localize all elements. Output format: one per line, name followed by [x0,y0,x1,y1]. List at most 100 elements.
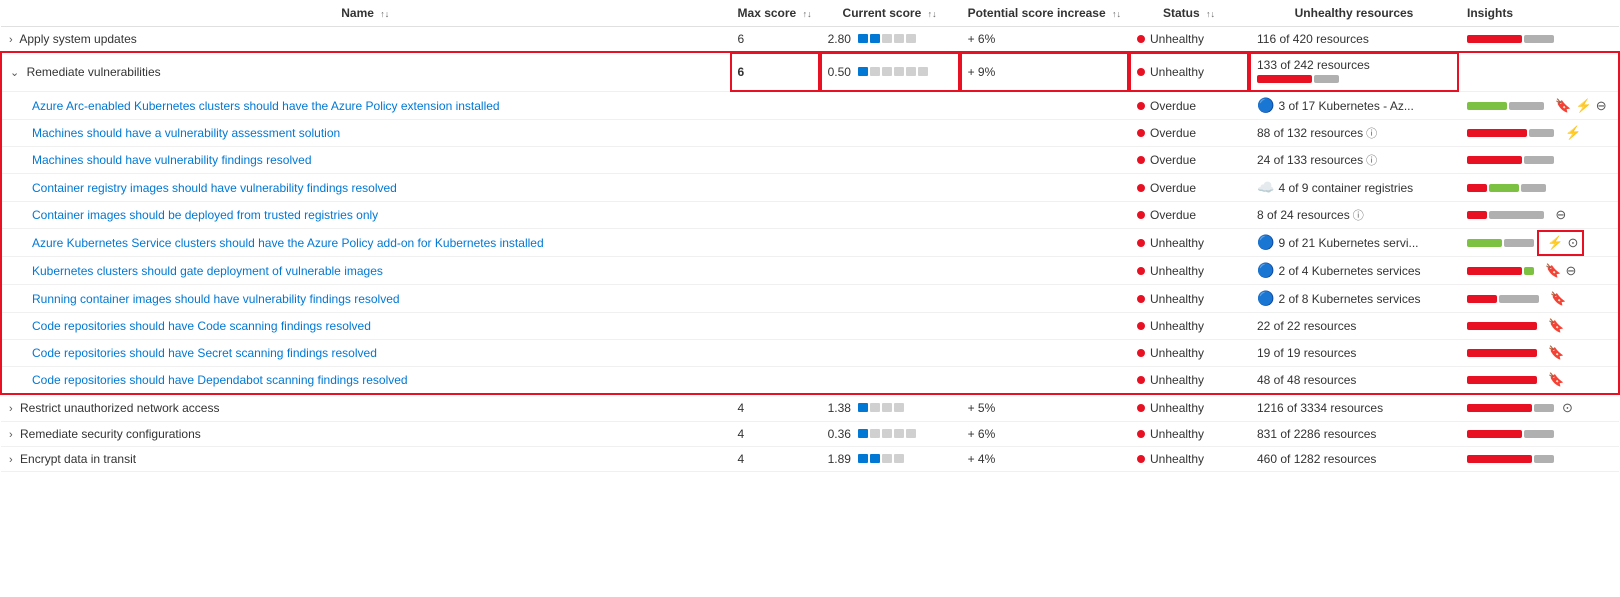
lightning-icon[interactable]: ⚡ [1565,125,1581,140]
child-insights [1459,174,1619,202]
child-status: Overdue [1129,174,1249,202]
child-max-score [730,367,820,395]
child-potential [960,313,1129,340]
status-dot [1137,102,1145,110]
child-status: Overdue [1129,92,1249,120]
child-link[interactable]: Code repositories should have Dependabot… [32,373,408,387]
name-cell: ⌄ Remediate vulnerabilities [1,52,730,92]
expand-icon[interactable]: ⌄ [10,67,19,79]
status-sort-icon[interactable]: ↑↓ [1206,9,1215,19]
circle-o-icon[interactable]: ⊙ [1562,400,1573,415]
circle-minus-icon[interactable]: ⊖ [1555,207,1566,222]
child-link[interactable]: Kubernetes clusters should gate deployme… [32,264,383,278]
bookmark-icon[interactable]: 🔖 [1545,263,1561,278]
expand-icon[interactable]: › [9,403,13,415]
bookmark-icon[interactable]: 🔖 [1555,98,1571,113]
col-potential-increase[interactable]: Potential score increase ↑↓ [960,0,1129,27]
row-remediate-security-configurations: › Remediate security configurations 4 0.… [1,422,1619,447]
info-icon: ⓘ [1366,128,1377,140]
child-max-score [730,340,820,367]
child-unhealthy: 88 of 132 resourcesⓘ [1249,120,1459,147]
circle-o-icon[interactable]: ⊙ [1568,235,1579,250]
col-status[interactable]: Status ↑↓ [1129,0,1249,27]
insight-bar [1467,156,1554,164]
max-score-cell: 4 [730,447,820,472]
max-score-cell: 4 [730,394,820,422]
current-score-cell: 0.36 [820,422,960,447]
child-max-score [730,92,820,120]
bookmark-icon[interactable]: 🔖 [1550,291,1566,306]
child-current-score [820,367,960,395]
row-name: Remediate vulnerabilities [27,65,161,79]
circle-minus-icon[interactable]: ⊖ [1566,263,1577,278]
child-link[interactable]: Code repositories should have Secret sca… [32,346,377,360]
lightning-icon[interactable]: ⚡ [1576,98,1592,113]
child-potential [960,257,1129,285]
child-potential [960,285,1129,313]
child-unhealthy: 🔵2 of 8 Kubernetes services [1249,285,1459,313]
child-status: Unhealthy [1129,285,1249,313]
col-unhealthy-resources[interactable]: Unhealthy resources [1249,0,1459,27]
child-name-cell: Azure Arc-enabled Kubernetes clusters sh… [1,92,730,120]
child-potential [960,92,1129,120]
col-current-score[interactable]: Current score ↑↓ [820,0,960,27]
child-current-score [820,120,960,147]
status-cell: Unhealthy [1129,422,1249,447]
row-child-azure-kubernetes-policy: Azure Kubernetes Service clusters should… [1,229,1619,257]
status-cell: Unhealthy [1129,52,1249,92]
expand-icon[interactable]: › [9,454,13,466]
col-name[interactable]: Name ↑↓ [1,0,730,27]
child-link[interactable]: Container images should be deployed from… [32,208,378,222]
max-score-sort-icon[interactable]: ↑↓ [803,9,812,19]
child-current-score [820,202,960,229]
potential-increase-cell: + 5% [960,394,1129,422]
row-child-vulnerability-assessment: Machines should have a vulnerability ass… [1,120,1619,147]
bookmark-icon[interactable]: 🔖 [1548,345,1564,360]
expand-icon[interactable]: › [9,429,13,441]
score-bar [858,34,916,43]
child-link[interactable]: Machines should have vulnerability findi… [32,153,312,167]
child-insights: ⚡⊙ [1459,229,1619,257]
lightning-icon[interactable]: ⚡ [1547,235,1563,250]
insight-bar [1467,349,1537,357]
status-cell: Unhealthy [1129,27,1249,53]
child-max-score [730,147,820,174]
expand-icon[interactable]: › [9,34,13,46]
name-cell: › Restrict unauthorized network access [1,394,730,422]
child-insights: ⚡ [1459,120,1619,147]
child-unhealthy: 🔵9 of 21 Kubernetes servi... [1249,229,1459,257]
current-score-cell: 0.50 [820,52,960,92]
name-sort-icon[interactable]: ↑↓ [380,9,389,19]
child-link[interactable]: Azure Kubernetes Service clusters should… [32,236,544,250]
potential-sort-icon[interactable]: ↑↓ [1112,9,1121,19]
insight-bar [1467,184,1546,192]
current-score-sort-icon[interactable]: ↑↓ [928,9,937,19]
status-dot [1137,455,1145,463]
child-insights: 🔖 [1459,313,1619,340]
bookmark-icon[interactable]: 🔖 [1548,372,1564,387]
circle-minus-icon[interactable]: ⊖ [1596,98,1607,113]
unhealthy-resources-cell: 460 of 1282 resources [1249,447,1459,472]
name-cell: › Encrypt data in transit [1,447,730,472]
status-dot [1137,376,1145,384]
child-link[interactable]: Machines should have a vulnerability ass… [32,126,340,140]
child-status: Overdue [1129,202,1249,229]
child-name-cell: Container images should be deployed from… [1,202,730,229]
child-link[interactable]: Azure Arc-enabled Kubernetes clusters sh… [32,99,500,113]
insight-bar [1467,295,1539,303]
child-link[interactable]: Running container images should have vul… [32,292,400,306]
row-encrypt-data-in-transit: › Encrypt data in transit 4 1.89 + 4% Un… [1,447,1619,472]
child-name-cell: Kubernetes clusters should gate deployme… [1,257,730,285]
child-link[interactable]: Code repositories should have Code scann… [32,319,371,333]
child-current-score [820,313,960,340]
col-max-score[interactable]: Max score ↑↓ [730,0,820,27]
insight-bar [1467,267,1534,275]
child-max-score [730,174,820,202]
kubernetes-icon: 🔵 [1257,97,1274,113]
row-name: Encrypt data in transit [20,452,136,466]
child-link[interactable]: Container registry images should have vu… [32,181,397,195]
child-potential [960,120,1129,147]
status-cell: Unhealthy [1129,394,1249,422]
bookmark-icon[interactable]: 🔖 [1548,318,1564,333]
insight-bar [1467,404,1554,412]
